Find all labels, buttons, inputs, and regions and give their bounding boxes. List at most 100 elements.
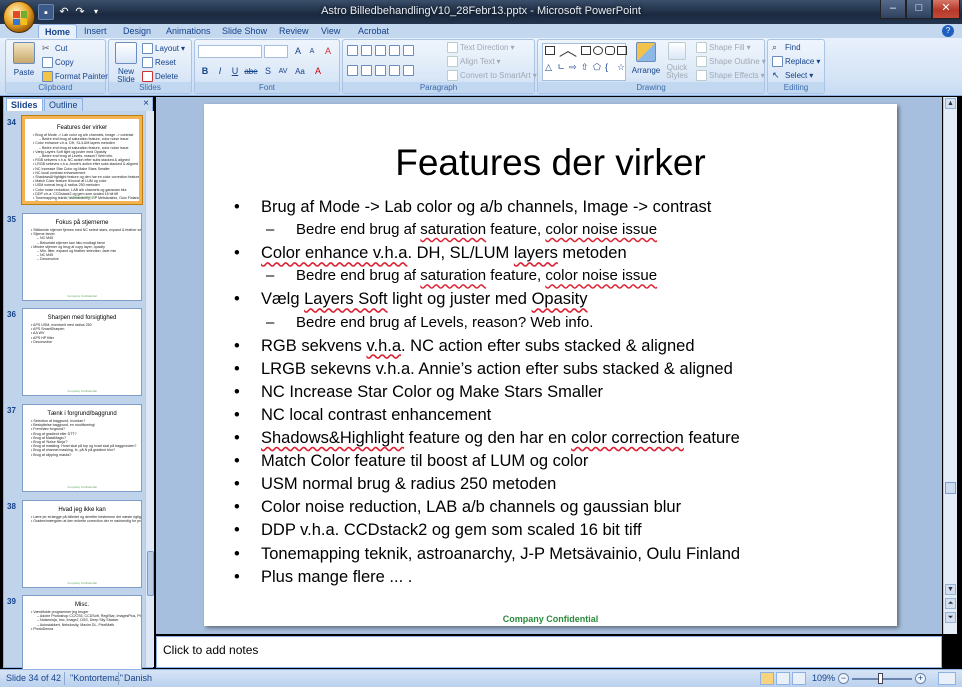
slide-canvas[interactable]: Features der virker • Brug af Mode -> Lab… [204, 104, 897, 626]
copy-button[interactable]: Copy [42, 57, 74, 68]
find-button[interactable]: ⌕ Find [772, 42, 801, 53]
shadow-button[interactable]: S [261, 65, 275, 78]
shape-fill-button[interactable]: Shape Fill ▾ [696, 42, 751, 53]
columns-icon[interactable] [403, 65, 414, 76]
notes-pane[interactable]: Click to add notes [156, 636, 942, 668]
replace-button[interactable]: Replace ▾ [772, 56, 820, 67]
shape-effects-button[interactable]: Shape Effects ▾ [696, 70, 765, 81]
shape-triangle-icon[interactable]: △ [545, 63, 555, 72]
slide-title[interactable]: Features der virker [204, 142, 897, 184]
shape-pentagon-icon[interactable]: ⬠ [593, 63, 603, 72]
qat-redo-icon[interactable]: ↷ [72, 4, 88, 20]
paste-button[interactable]: Paste [9, 42, 39, 77]
bullets-icon[interactable] [347, 45, 358, 56]
format-painter-button[interactable]: Format Painter [42, 71, 108, 82]
numbering-icon[interactable] [361, 45, 372, 56]
previous-slide-icon[interactable]: ⏶ [945, 598, 956, 609]
shape-oval-icon[interactable] [593, 46, 603, 55]
grow-font-button[interactable]: A [291, 45, 305, 58]
tab-home[interactable]: Home [38, 24, 78, 39]
slide-thumbnail[interactable]: Features der virker • Brug af Mode -> Lab… [21, 115, 143, 205]
layout-button[interactable]: Layout ▾ [142, 43, 185, 54]
maximize-button[interactable]: □ [906, 0, 932, 19]
pane-close-icon[interactable]: × [143, 98, 149, 109]
qat-undo-icon[interactable]: ↶ [56, 4, 72, 20]
notes-placeholder[interactable]: Click to add notes [163, 643, 258, 657]
align-text-button[interactable]: Align Text ▾ [447, 56, 501, 67]
quick-styles-button[interactable]: Quick Styles [664, 42, 690, 80]
shape-box-icon[interactable] [581, 46, 591, 55]
font-color-icon[interactable]: A [311, 65, 325, 78]
zoom-slider-knob[interactable] [878, 673, 883, 684]
tab-acrobat[interactable]: Acrobat [352, 24, 395, 39]
zoom-level[interactable]: 109% [812, 673, 835, 683]
tab-outline[interactable]: Outline [44, 98, 83, 111]
shape-curly-icon[interactable]: { [605, 63, 615, 72]
bold-button[interactable]: B [198, 65, 212, 78]
strikethrough-button[interactable]: abe [243, 65, 259, 78]
shape-star-icon[interactable]: ☆ [617, 63, 627, 72]
shape-arrow-icon[interactable]: ⇨ [569, 63, 579, 72]
zoom-out-icon[interactable]: − [838, 673, 849, 684]
zoom-in-icon[interactable]: + [915, 673, 926, 684]
text-direction-button[interactable]: Text Direction ▾ [447, 42, 514, 53]
line-spacing-icon[interactable] [403, 45, 414, 56]
delete-slide-button[interactable]: Delete [142, 71, 178, 82]
slide-thumbnail[interactable]: Tænk i forgrund/baggrund • Selection af b… [22, 404, 142, 492]
scroll-up-icon[interactable]: ▲ [945, 98, 956, 109]
cut-button[interactable]: ✂ Cut [42, 43, 67, 54]
slide-thumbnail[interactable]: Sharpen med forsigtighed • APS USM, event… [22, 308, 142, 396]
tab-review[interactable]: Review [273, 24, 315, 39]
arrange-button[interactable]: Arrange [632, 42, 660, 75]
reset-button[interactable]: Reset [142, 57, 176, 68]
justify-icon[interactable] [389, 65, 400, 76]
tab-design[interactable]: Design [117, 24, 157, 39]
shape-elbow-icon[interactable]: ㄴ [557, 63, 567, 72]
next-slide-icon[interactable]: ⏷ [945, 612, 956, 623]
shrink-font-button[interactable]: A [305, 45, 319, 58]
tab-animations[interactable]: Animations [160, 24, 217, 39]
normal-view-icon[interactable] [760, 672, 774, 685]
new-slide-button[interactable]: New Slide [111, 42, 141, 84]
clear-formatting-button[interactable]: A [321, 45, 335, 58]
align-left-icon[interactable] [347, 65, 358, 76]
underline-button[interactable]: U [228, 65, 242, 78]
qat-customize-icon[interactable]: ▾ [88, 4, 104, 20]
shape-rounded-icon[interactable] [605, 46, 615, 55]
select-button[interactable]: ↖ Select ▾ [772, 70, 813, 81]
shape-outline-button[interactable]: Shape Outline ▾ [696, 56, 766, 67]
tab-view[interactable]: View [315, 24, 346, 39]
align-center-icon[interactable] [361, 65, 372, 76]
qat-save-icon[interactable]: ▪ [38, 4, 54, 20]
increase-indent-icon[interactable] [389, 45, 400, 56]
fit-to-window-icon[interactable] [938, 672, 956, 685]
slide-show-view-icon[interactable] [792, 672, 806, 685]
shape-more-icon[interactable] [617, 46, 627, 55]
slide-sorter-view-icon[interactable] [776, 672, 790, 685]
char-spacing-button[interactable]: AV [276, 65, 290, 78]
slide-thumbnail[interactable]: Fokus på stjernerne • Stikkende stjerner … [22, 213, 142, 301]
thumbnail-scrollbar[interactable] [145, 111, 154, 667]
office-button[interactable] [3, 1, 35, 33]
scroll-down-icon[interactable]: ▼ [945, 584, 956, 595]
shape-rect-icon[interactable] [545, 46, 555, 55]
align-right-icon[interactable] [375, 65, 386, 76]
shape-uparrow-icon[interactable]: ⇧ [581, 63, 591, 72]
shape-line-icon[interactable] [555, 44, 569, 57]
tab-slide-show[interactable]: Slide Show [216, 24, 273, 39]
italic-button[interactable]: I [213, 65, 227, 78]
decrease-indent-icon[interactable] [375, 45, 386, 56]
tab-insert[interactable]: Insert [78, 24, 113, 39]
font-size-combo[interactable] [264, 45, 288, 58]
close-button[interactable]: ✕ [932, 0, 960, 19]
vertical-scrollbar[interactable]: ▲ ▼ ⏶ ⏷ [943, 97, 957, 634]
thumbnail-scroll-thumb[interactable] [147, 551, 154, 596]
language-indicator[interactable]: Danish [124, 673, 152, 683]
minimize-button[interactable]: – [880, 0, 906, 19]
tab-slides[interactable]: Slides [6, 98, 43, 111]
convert-smartart-button[interactable]: Convert to SmartArt ▾ [447, 70, 537, 81]
change-case-button[interactable]: Aa [293, 65, 307, 78]
shape-line2-icon[interactable] [567, 44, 581, 57]
font-family-combo[interactable] [198, 45, 262, 58]
shapes-gallery[interactable]: △ ㄴ ⇨ ⇧ ⬠ { ☆ [542, 43, 627, 81]
